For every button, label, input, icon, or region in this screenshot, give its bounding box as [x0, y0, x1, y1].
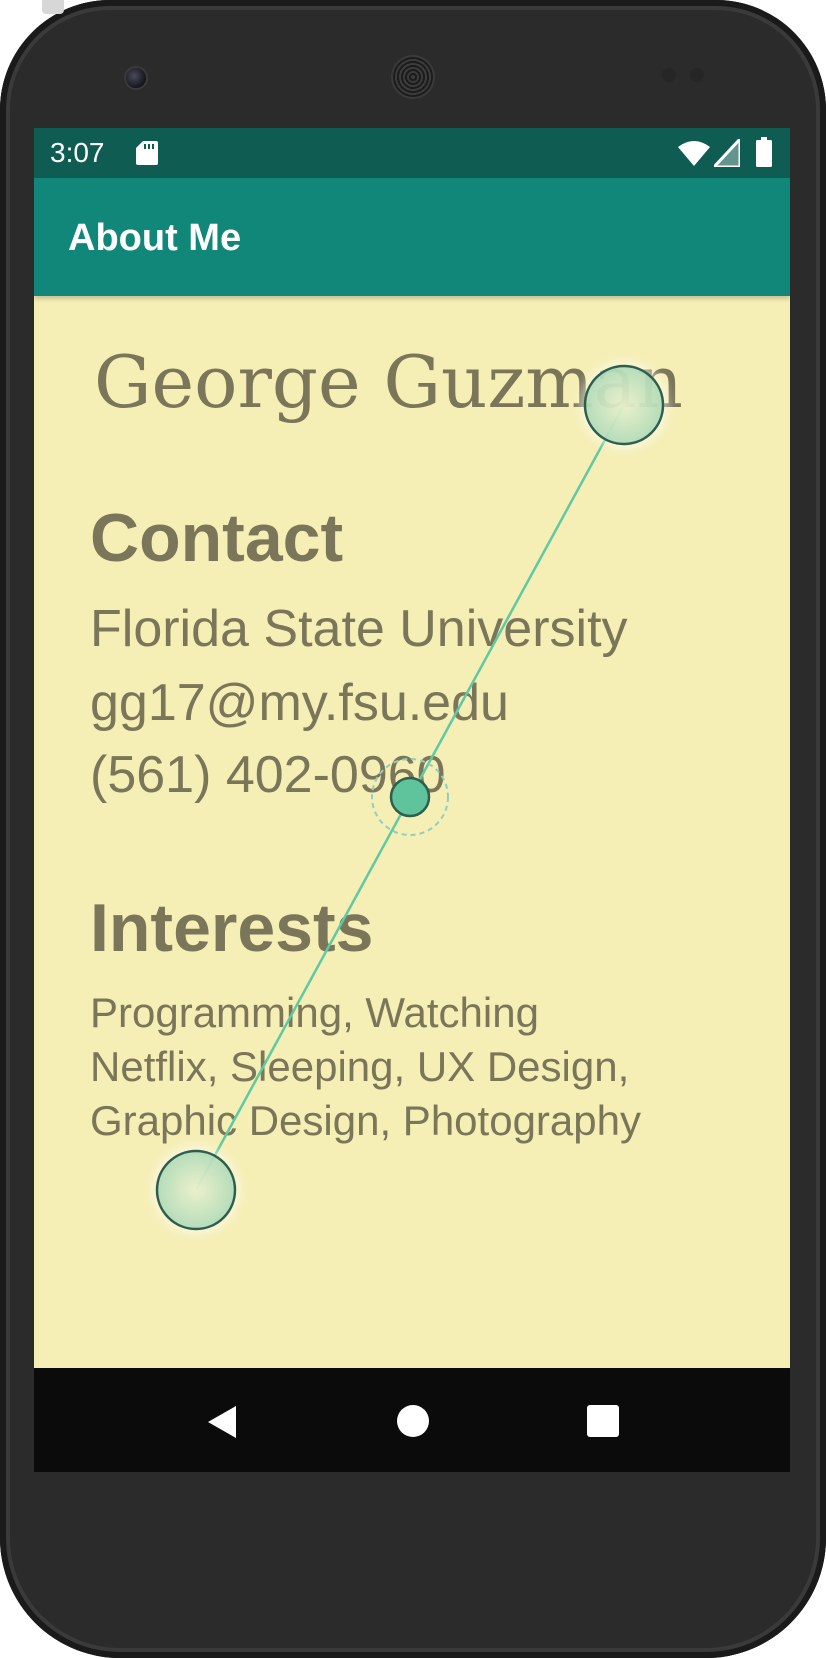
- contact-heading: Contact: [90, 500, 344, 576]
- navigation-bar: [34, 1368, 790, 1472]
- contact-email: gg17@my.fsu.edu: [90, 674, 509, 732]
- front-camera: [124, 66, 148, 90]
- status-time: 3:07: [50, 137, 105, 168]
- recents-icon[interactable]: [586, 1404, 620, 1438]
- app-bar: About Me: [34, 178, 790, 296]
- screen: 3:07 About Me George Guzman Contact Flor…: [34, 128, 790, 1472]
- earpiece-speaker: [391, 55, 435, 99]
- home-icon[interactable]: [396, 1404, 430, 1438]
- window-corner-mark: [42, 0, 64, 14]
- battery-icon: [756, 137, 772, 167]
- sd-card-icon: [136, 141, 158, 165]
- app-title: About Me: [68, 217, 242, 259]
- profile-content: George Guzman Contact Florida State Univ…: [34, 296, 790, 1368]
- phone-frame: 3:07 About Me George Guzman Contact Flor…: [0, 0, 826, 1658]
- back-icon[interactable]: [204, 1402, 244, 1442]
- profile-name: George Guzman: [94, 340, 683, 424]
- light-sensor: [690, 68, 704, 82]
- contact-school: Florida State University: [90, 600, 628, 658]
- contact-phone: (561) 402-0960: [90, 746, 446, 804]
- proximity-sensor: [662, 68, 676, 82]
- status-bar: 3:07: [34, 128, 790, 178]
- wifi-icon: [678, 141, 710, 166]
- cell-signal-icon: [714, 139, 740, 167]
- interests-heading: Interests: [90, 890, 374, 966]
- interests-text: Programming, Watching Netflix, Sleeping,…: [90, 989, 641, 1144]
